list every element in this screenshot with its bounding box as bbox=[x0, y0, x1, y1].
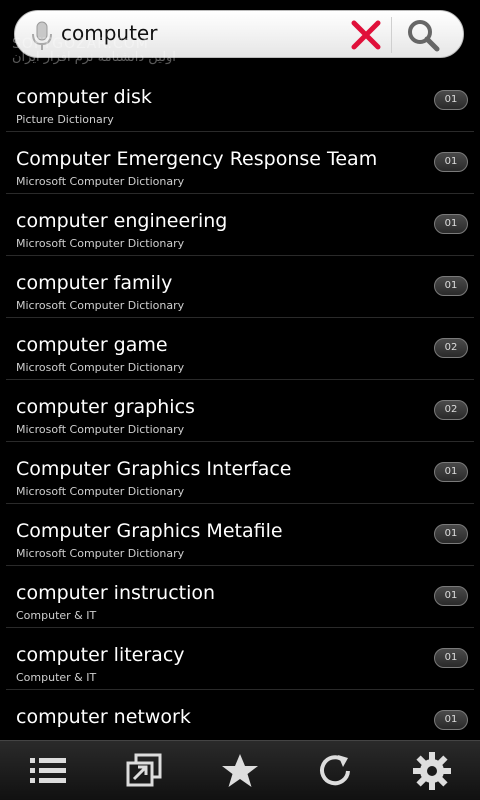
count-badge: 01 bbox=[434, 710, 468, 730]
item-title: computer game bbox=[16, 334, 168, 356]
top-bar: computer SOFTGOZAR.COM اولین دانشنامه نر… bbox=[0, 0, 480, 70]
refresh-icon[interactable] bbox=[314, 751, 358, 791]
search-box[interactable]: computer bbox=[14, 10, 464, 58]
count-badge: 01 bbox=[434, 648, 468, 668]
list-item[interactable]: Computer Graphics Interface Microsoft Co… bbox=[6, 442, 474, 504]
count-badge: 01 bbox=[434, 214, 468, 234]
list-item[interactable]: computer literacy Computer & IT 01 bbox=[6, 628, 474, 690]
item-title: computer disk bbox=[16, 86, 152, 108]
count-badge: 02 bbox=[434, 338, 468, 358]
microphone-icon[interactable] bbox=[29, 20, 55, 52]
list-item[interactable]: computer instruction Computer & IT 01 bbox=[6, 566, 474, 628]
list-item[interactable]: computer network 01 bbox=[6, 690, 474, 740]
item-title: Computer Emergency Response Team bbox=[16, 148, 378, 170]
item-title: computer engineering bbox=[16, 210, 228, 232]
item-source: Computer & IT bbox=[16, 609, 97, 622]
item-title: computer family bbox=[16, 272, 173, 294]
count-badge: 02 bbox=[434, 400, 468, 420]
item-source: Computer & IT bbox=[16, 671, 97, 684]
star-icon[interactable] bbox=[218, 751, 262, 791]
item-source: Microsoft Computer Dictionary bbox=[16, 547, 185, 560]
item-source: Microsoft Computer Dictionary bbox=[16, 361, 185, 374]
item-source: Microsoft Computer Dictionary bbox=[16, 423, 185, 436]
search-divider bbox=[391, 17, 392, 53]
count-badge: 01 bbox=[434, 524, 468, 544]
bottom-toolbar bbox=[0, 740, 480, 800]
item-source: Microsoft Computer Dictionary bbox=[16, 485, 185, 498]
item-title: Computer Graphics Metafile bbox=[16, 520, 283, 542]
clear-icon[interactable] bbox=[349, 19, 383, 51]
search-input[interactable]: computer bbox=[61, 21, 157, 45]
count-badge: 01 bbox=[434, 586, 468, 606]
item-source: Picture Dictionary bbox=[16, 113, 114, 126]
item-source: Microsoft Computer Dictionary bbox=[16, 299, 185, 312]
list-item[interactable]: computer graphics Microsoft Computer Dic… bbox=[6, 380, 474, 442]
item-title: Computer Graphics Interface bbox=[16, 458, 292, 480]
item-source: Microsoft Computer Dictionary bbox=[16, 237, 185, 250]
item-title: computer literacy bbox=[16, 644, 185, 666]
list-item[interactable]: Computer Emergency Response Team Microso… bbox=[6, 132, 474, 194]
list-item[interactable]: computer engineering Microsoft Computer … bbox=[6, 194, 474, 256]
count-badge: 01 bbox=[434, 462, 468, 482]
list-item[interactable]: Computer Graphics Metafile Microsoft Com… bbox=[6, 504, 474, 566]
open-external-icon[interactable] bbox=[122, 751, 166, 791]
count-badge: 01 bbox=[434, 90, 468, 110]
search-icon[interactable] bbox=[405, 17, 441, 53]
item-source: Microsoft Computer Dictionary bbox=[16, 175, 185, 188]
gear-icon[interactable] bbox=[410, 751, 454, 791]
count-badge: 01 bbox=[434, 276, 468, 296]
item-title: computer instruction bbox=[16, 582, 216, 604]
results-list[interactable]: computer disk Picture Dictionary 01 Comp… bbox=[0, 70, 480, 740]
count-badge: 01 bbox=[434, 152, 468, 172]
list-item[interactable]: computer family Microsoft Computer Dicti… bbox=[6, 256, 474, 318]
item-title: computer network bbox=[16, 706, 191, 728]
list-icon[interactable] bbox=[26, 751, 70, 791]
list-item[interactable]: computer game Microsoft Computer Diction… bbox=[6, 318, 474, 380]
list-item[interactable]: computer disk Picture Dictionary 01 bbox=[6, 70, 474, 132]
item-title: computer graphics bbox=[16, 396, 195, 418]
